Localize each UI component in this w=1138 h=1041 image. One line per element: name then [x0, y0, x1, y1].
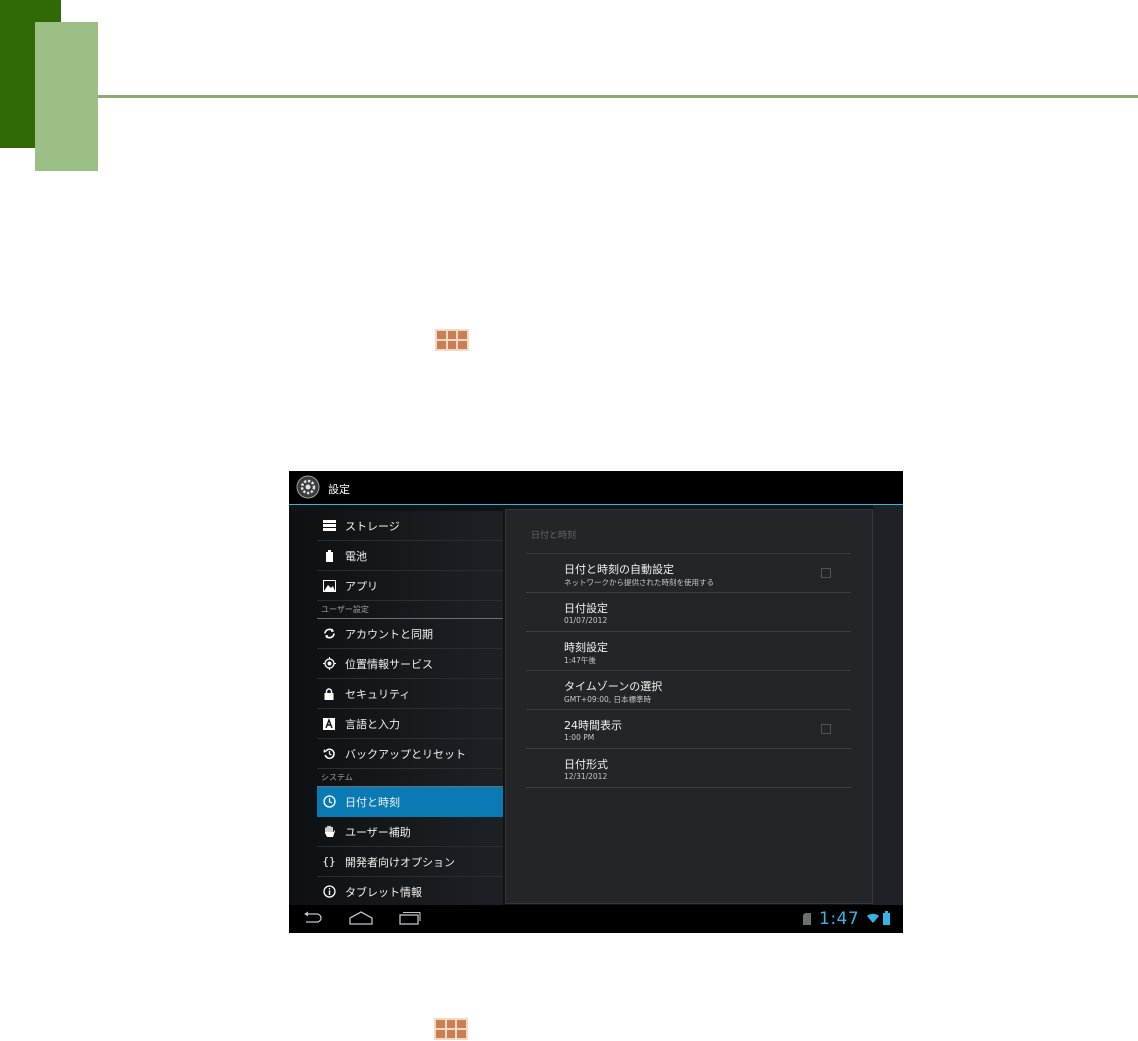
sidebar-item-label: 日付と時刻	[345, 795, 400, 809]
setting-time-zone[interactable]: タイムゾーンの選択 GMT+09:00, 日本標準時	[526, 670, 851, 709]
setting-summary: GMT+09:00, 日本標準時	[564, 695, 652, 704]
sidebar-item-tablet-info[interactable]: タブレット情報	[317, 877, 503, 906]
auto-date-time-checkbox[interactable]	[821, 568, 831, 578]
sidebar-item-label: 言語と入力	[345, 717, 400, 731]
setting-summary: ネットワークから提供された時刻を使用する	[564, 578, 714, 587]
setting-title: 日付形式	[564, 758, 608, 771]
setting-summary: 12/31/2012	[564, 772, 608, 781]
sidebar-item-location[interactable]: 位置情報サービス	[317, 649, 503, 679]
battery-icon	[322, 549, 336, 563]
app-drawer-icon	[434, 1018, 468, 1040]
battery-status-icon	[883, 911, 890, 925]
sidebar-item-label: セキュリティ	[345, 687, 411, 701]
sidebar-item-battery[interactable]: 電池	[317, 541, 503, 571]
setting-summary: 01/07/2012	[564, 616, 608, 625]
sidebar-item-label: 電池	[345, 549, 367, 563]
tablet-screenshot: 設定 ストレージ 電池 アプリ ユーザー設定 アカウントと同期 位置情報サービス…	[289, 471, 903, 933]
system-nav-bar: 1:47	[289, 905, 903, 933]
setting-set-date[interactable]: 日付設定 01/07/2012	[526, 592, 851, 631]
setting-auto-date-time[interactable]: 日付と時刻の自動設定 ネットワークから提供された時刻を使用する	[526, 553, 851, 592]
setting-set-time[interactable]: 時刻設定 1:47午後	[526, 631, 851, 670]
detail-title: 日付と時刻	[531, 531, 577, 541]
setting-title: 日付と時刻の自動設定	[564, 563, 674, 576]
section-header-system: システム	[321, 773, 353, 782]
lock-icon	[322, 687, 336, 701]
sync-icon	[322, 627, 336, 641]
date-time-detail-pane: 日付と時刻 日付と時刻の自動設定 ネットワークから提供された時刻を使用する 日付…	[505, 509, 873, 904]
header-light-bar	[35, 22, 98, 171]
sidebar-item-label: バックアップとリセット	[345, 747, 466, 761]
braces-icon: {}	[322, 855, 336, 868]
sidebar-item-label: アカウントと同期	[345, 627, 433, 641]
backup-icon	[322, 747, 336, 761]
home-icon[interactable]	[349, 911, 373, 925]
location-icon	[322, 657, 336, 671]
setting-title: 24時間表示	[564, 719, 622, 732]
sidebar-item-label: タブレット情報	[345, 885, 422, 899]
sd-card-icon	[803, 913, 811, 925]
sidebar-item-label: 開発者向けオプション	[345, 855, 455, 869]
sidebar-item-accounts-sync[interactable]: アカウントと同期	[317, 619, 503, 649]
sidebar-item-security[interactable]: セキュリティ	[317, 679, 503, 709]
setting-summary: 1:00 PM	[564, 733, 595, 742]
language-icon	[322, 717, 336, 731]
action-bar: 設定	[289, 471, 903, 505]
sidebar-item-date-time[interactable]: 日付と時刻	[317, 787, 503, 817]
sidebar-item-accessibility[interactable]: ユーザー補助	[317, 817, 503, 847]
hand-icon	[322, 825, 336, 839]
setting-title: タイムゾーンの選択	[564, 680, 663, 693]
setting-title: 時刻設定	[564, 641, 608, 654]
sidebar-item-label: 位置情報サービス	[345, 657, 433, 671]
setting-24-hour[interactable]: 24時間表示 1:00 PM	[526, 709, 851, 748]
sidebar-item-backup-reset[interactable]: バックアップとリセット	[317, 739, 503, 769]
status-clock: 1:47	[819, 909, 860, 929]
sidebar-item-label: アプリ	[345, 579, 378, 593]
app-drawer-icon	[435, 329, 469, 351]
setting-date-format[interactable]: 日付形式 12/31/2012	[526, 748, 851, 787]
sidebar-item-storage[interactable]: ストレージ	[317, 511, 503, 541]
wifi-icon	[867, 913, 879, 923]
section-header-user: ユーザー設定	[321, 605, 369, 614]
right-margin	[873, 505, 903, 905]
sidebar-item-label: ストレージ	[345, 519, 400, 533]
back-icon[interactable]	[303, 911, 323, 925]
sidebar-item-apps[interactable]: アプリ	[317, 571, 503, 601]
recent-apps-icon[interactable]	[399, 911, 421, 925]
clock-icon	[322, 795, 336, 809]
24-hour-checkbox[interactable]	[821, 724, 831, 734]
setting-title: 日付設定	[564, 602, 608, 615]
apps-icon	[322, 579, 336, 593]
setting-summary: 1:47午後	[564, 656, 596, 665]
sidebar-item-developer-options[interactable]: {} 開発者向けオプション	[317, 847, 503, 877]
sidebar-item-language[interactable]: 言語と入力	[317, 709, 503, 739]
settings-sidebar: ストレージ 電池 アプリ ユーザー設定 アカウントと同期 位置情報サービス セキ…	[289, 511, 503, 905]
storage-icon	[322, 519, 336, 533]
sidebar-item-label: ユーザー補助	[345, 825, 411, 839]
app-title: 設定	[328, 483, 350, 496]
header-rule	[98, 95, 1138, 98]
info-icon	[322, 885, 336, 899]
settings-gear-icon[interactable]	[296, 475, 320, 499]
list-divider	[526, 787, 851, 788]
